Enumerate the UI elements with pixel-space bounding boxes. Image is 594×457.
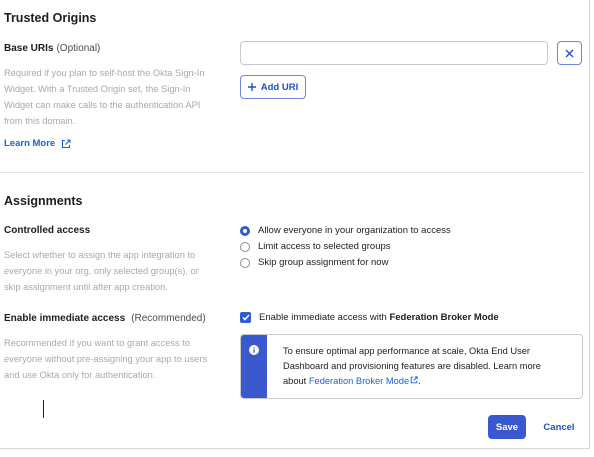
base-uris-help-line: Widget can make calls to the authenticat… bbox=[4, 100, 201, 110]
learn-more-link[interactable]: Learn More bbox=[4, 138, 71, 149]
callout-line3-suffix: . bbox=[418, 376, 421, 386]
checkbox-label-prefix: Enable immediate access with bbox=[259, 312, 387, 323]
callout-line: To ensure optimal app performance at sca… bbox=[283, 346, 531, 356]
trusted-origins-heading: Trusted Origins bbox=[4, 11, 97, 25]
section-divider bbox=[0, 172, 584, 173]
callout-line: Dashboard and provisioning features are … bbox=[283, 361, 541, 371]
learn-more-text: Learn More bbox=[4, 138, 56, 149]
immediate-access-help-line: everyone without pre-assigning your app … bbox=[4, 354, 208, 364]
controlled-access-label: Controlled access bbox=[4, 225, 91, 236]
radio-allow-everyone[interactable]: Allow everyone in your organization to a… bbox=[240, 225, 451, 236]
base-uri-input[interactable] bbox=[240, 41, 548, 65]
immediate-access-help: Recommended if you want to grant access … bbox=[4, 335, 236, 383]
remove-uri-button[interactable] bbox=[557, 41, 582, 65]
checkbox-label-bold: Federation Broker Mode bbox=[389, 312, 499, 323]
radio-unselected-icon bbox=[240, 257, 250, 268]
federation-broker-checkbox[interactable]: Enable immediate access with Federation … bbox=[240, 312, 499, 323]
federation-broker-mode-link-text: Federation Broker Mode bbox=[308, 376, 410, 386]
info-callout: To ensure optimal app performance at sca… bbox=[240, 334, 583, 399]
controlled-access-help-line: skip assignment until after app creation… bbox=[4, 282, 168, 292]
base-uris-help: Required if you plan to self-host the Ok… bbox=[4, 65, 234, 129]
base-uris-label-text: Base URIs bbox=[4, 43, 54, 54]
immediate-access-help-line: and use Okta only for authentication. bbox=[4, 370, 156, 380]
immediate-access-help-line: Recommended if you want to grant access … bbox=[4, 338, 191, 348]
assignments-heading: Assignments bbox=[4, 194, 83, 208]
checkbox-checked-icon bbox=[240, 312, 251, 323]
radio-unselected-icon bbox=[240, 241, 250, 252]
add-uri-label: Add URI bbox=[260, 81, 299, 93]
callout-line: about Federation Broker Mode . bbox=[283, 374, 570, 389]
radio-label: Allow everyone in your organization to a… bbox=[258, 225, 451, 236]
radio-label: Skip group assignment for now bbox=[258, 257, 389, 268]
callout-message: To ensure optimal app performance at sca… bbox=[283, 344, 570, 389]
app-settings-panel: Trusted Origins Base URIs (Optional) Requ… bbox=[0, 0, 590, 449]
federation-broker-mode-link[interactable]: Federation Broker Mode bbox=[309, 376, 418, 386]
base-uris-help-line: from this domain. bbox=[4, 116, 76, 126]
immediate-access-recommended: (Recommended) bbox=[131, 313, 206, 324]
radio-selected-icon bbox=[240, 225, 250, 236]
add-uri-button[interactable]: Add URI bbox=[240, 75, 306, 99]
save-button[interactable]: Save bbox=[488, 415, 526, 439]
plus-icon bbox=[247, 83, 256, 91]
radio-limit-groups[interactable]: Limit access to selected groups bbox=[240, 241, 391, 252]
external-link-icon bbox=[410, 376, 418, 384]
text-cursor bbox=[43, 400, 44, 418]
immediate-access-label-text: Enable immediate access bbox=[4, 313, 126, 324]
cancel-button[interactable]: Cancel bbox=[537, 415, 581, 439]
radio-skip-assignment[interactable]: Skip group assignment for now bbox=[240, 257, 388, 268]
external-link-icon bbox=[62, 138, 71, 148]
controlled-access-help-line: Select whether to assign the app integra… bbox=[4, 250, 196, 260]
radio-label: Limit access to selected groups bbox=[258, 241, 391, 252]
checkbox-label: Enable immediate access with Federation … bbox=[259, 312, 499, 323]
base-uris-help-line: Required if you plan to self-host the Ok… bbox=[4, 68, 205, 78]
controlled-access-help: Select whether to assign the app integra… bbox=[4, 247, 234, 295]
base-uris-optional: (Optional) bbox=[56, 43, 101, 54]
callout-line3-prefix: about bbox=[283, 376, 307, 386]
callout-accent-bar bbox=[241, 335, 267, 398]
controlled-access-help-line: everyone in your org, only selected grou… bbox=[4, 266, 199, 276]
base-uris-help-line: Widget. With a Trusted Origin set, the S… bbox=[4, 84, 191, 94]
info-icon bbox=[249, 345, 259, 355]
close-icon bbox=[565, 49, 574, 57]
base-uris-label: Base URIs (Optional) bbox=[4, 43, 100, 54]
immediate-access-label: Enable immediate access (Recommended) bbox=[4, 313, 206, 324]
